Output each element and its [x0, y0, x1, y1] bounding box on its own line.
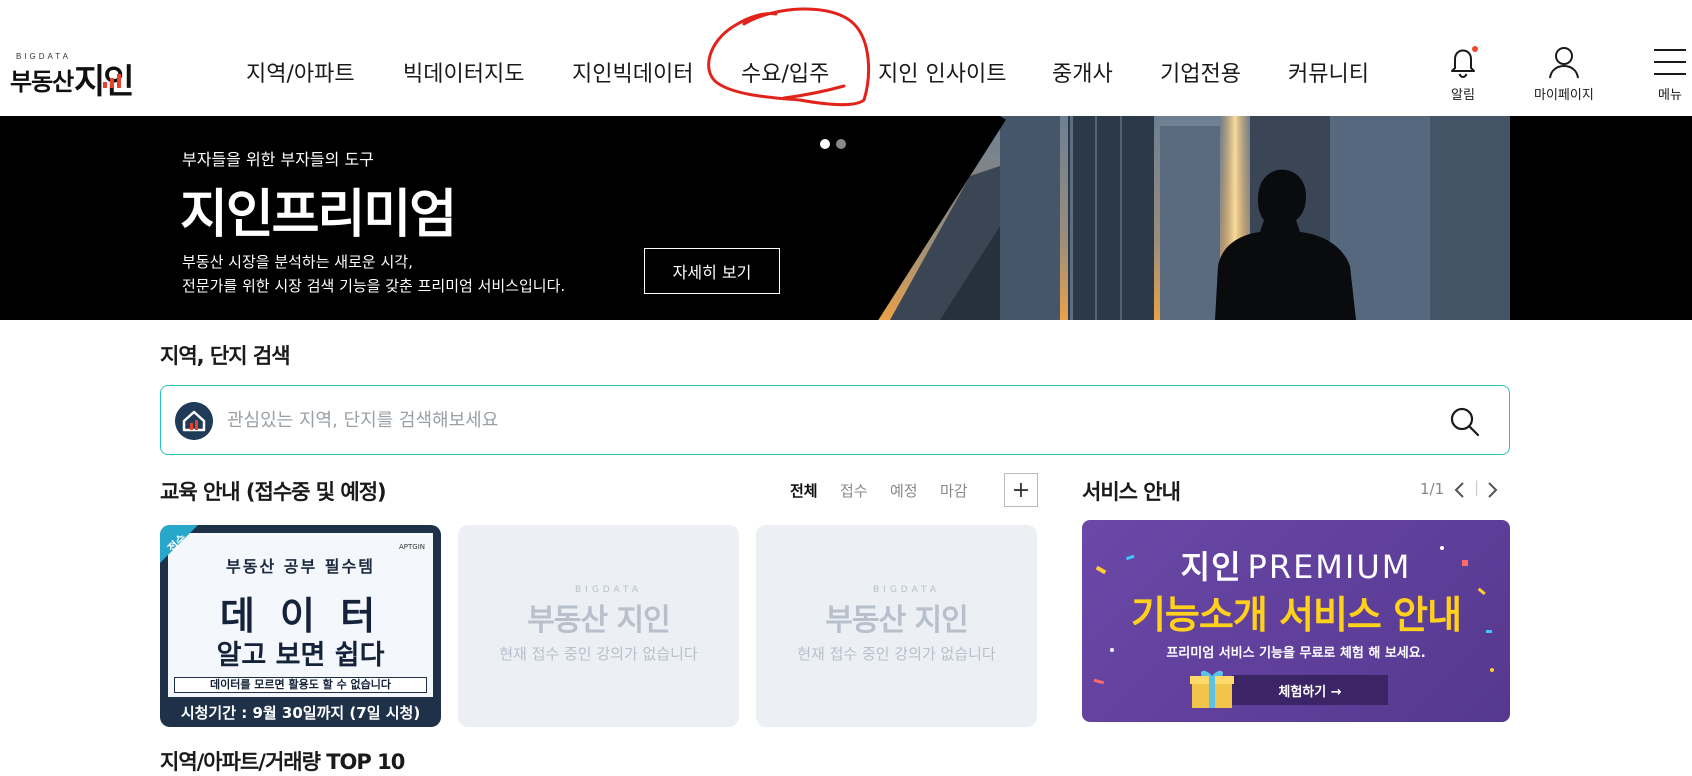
service-try-button[interactable]: 체험하기 →: [1232, 675, 1388, 705]
alarm-label: 알림: [1451, 88, 1475, 103]
banner-detail-button[interactable]: 자세히 보기: [644, 248, 780, 294]
education-section-title: 교육 안내 (접수중 및 예정): [160, 480, 387, 504]
education-more-button[interactable]: +: [1004, 473, 1038, 507]
empty-card-message: 현재 접수 중인 강의가 없습니다: [499, 645, 698, 663]
logo-main-text: 부동산: [10, 68, 74, 96]
mypage-button[interactable]: 마이페이지: [1534, 44, 1594, 103]
site-logo[interactable]: BIGDATA 부동산 지인: [10, 52, 145, 102]
filter-receiving[interactable]: 접수: [840, 480, 868, 501]
logo-bigdata-text: BIGDATA: [16, 52, 71, 61]
bell-icon: [1451, 46, 1478, 79]
empty-card-brand: 부동산 지인: [527, 603, 670, 638]
search-icon[interactable]: [1449, 406, 1481, 438]
banner-dot-1[interactable]: [820, 139, 830, 149]
service-brand-bold: 지인: [1180, 548, 1242, 586]
nav-item-demand-move-in[interactable]: 수요/입주: [741, 56, 829, 88]
service-premium-card[interactable]: 지인 PREMIUM 기능소개 서비스 안내 프리미엄 서비스 기능을 무료로 체…: [1082, 520, 1510, 722]
banner-pagination: [820, 134, 852, 153]
filter-all[interactable]: 전체: [790, 480, 818, 501]
nav-item-bigdata-map[interactable]: 빅데이터지도: [403, 56, 524, 88]
featured-period-text: 시청기간 : 9월 30일까지 (7일 시청): [180, 704, 421, 722]
menu-label: 메뉴: [1658, 88, 1682, 103]
featured-strip-text: 데이터를 모르면 활용도 할 수 없습니다: [174, 677, 427, 693]
ranking-section-title: 지역/아파트/거래량 TOP 10: [160, 750, 405, 774]
search-section-title: 지역, 단지 검색: [160, 344, 291, 368]
banner-desc-line2: 전문가를 위한 시장 검색 기능을 갖춘 프리미엄 서비스입니다.: [182, 277, 566, 295]
education-card-empty-2: BIGDATA 부동산 지인 현재 접수 중인 강의가 없습니다: [756, 525, 1037, 727]
featured-sub-text: 알고 보면 쉽다: [216, 640, 385, 671]
search-box: [160, 385, 1510, 455]
empty-card-bigdata: BIGDATA: [873, 585, 940, 595]
nav-item-community[interactable]: 커뮤니티: [1288, 56, 1369, 88]
banner-desc-line1: 부동산 시장을 분석하는 새로운 시각,: [182, 253, 413, 271]
mypage-label: 마이페이지: [1534, 88, 1594, 103]
hamburger-icon: [1654, 49, 1686, 75]
service-card-brand: 지인 PREMIUM: [1082, 542, 1510, 588]
empty-card-message: 현재 접수 중인 강의가 없습니다: [797, 645, 996, 663]
empty-card-bigdata: BIGDATA: [575, 585, 642, 595]
pager-divider: |: [1474, 478, 1480, 496]
nav-item-region-apt[interactable]: 지역/아파트: [246, 56, 355, 88]
service-pager: 1/1: [1420, 480, 1445, 498]
gift-box-icon: [1190, 670, 1234, 708]
banner-title: 지인프리미엄: [180, 185, 457, 245]
banner-dot-2[interactable]: [836, 139, 846, 149]
banner-description: 부동산 시장을 분석하는 새로운 시각, 전문가를 위한 시장 검색 기능을 갖…: [182, 250, 602, 298]
service-card-description: 프리미엄 서비스 기능을 무료로 체험 해 보세요.: [1166, 646, 1426, 661]
education-card-empty-1: BIGDATA 부동산 지인 현재 접수 중인 강의가 없습니다: [458, 525, 739, 727]
service-section-title: 서비스 안내: [1082, 480, 1181, 504]
empty-card-logo: BIGDATA 부동산 지인: [458, 585, 739, 639]
empty-card-logo: BIGDATA 부동산 지인: [756, 585, 1037, 639]
featured-tag: APTGIN: [398, 543, 425, 551]
chevron-left-icon[interactable]: [1450, 478, 1470, 502]
hero-banner: 부자들을 위한 부자들의 도구 지인프리미엄 부동산 시장을 분석하는 새로운 …: [0, 116, 1692, 320]
receiving-badge-icon: 접수: [160, 525, 198, 563]
alarm-button[interactable]: 알림: [1446, 44, 1480, 103]
banner-city-image: [850, 116, 1510, 320]
filter-closed[interactable]: 마감: [940, 480, 968, 501]
menu-button[interactable]: 메뉴: [1652, 44, 1688, 103]
user-icon: [1548, 47, 1579, 79]
service-brand-light: PREMIUM: [1247, 548, 1412, 586]
banner-subtitle: 부자들을 위한 부자들의 도구: [182, 150, 374, 169]
nav-item-enterprise[interactable]: 기업전용: [1160, 56, 1241, 88]
education-card-featured[interactable]: 부동산 공부 필수템 APTGIN 데 이 터 알고 보면 쉽다 데이터를 모르…: [160, 525, 441, 727]
nav-item-jiin-insight[interactable]: 지인 인사이트: [878, 56, 1006, 88]
featured-main-text: 데 이 터: [219, 594, 382, 638]
empty-card-brand: 부동산 지인: [825, 603, 968, 638]
nav-item-jiin-bigdata[interactable]: 지인빅데이터: [572, 56, 693, 88]
banner-right-blank: [1510, 116, 1692, 320]
service-card-headline: 기능소개 서비스 안내: [1130, 593, 1462, 637]
logo-bars-icon: [103, 74, 133, 88]
nav-item-agent[interactable]: 중개사: [1052, 56, 1113, 88]
header: BIGDATA 부동산 지인 지역/아파트 빅데이터지도 지인빅데이터 수요/입…: [0, 0, 1692, 116]
filter-scheduled[interactable]: 예정: [890, 480, 918, 501]
search-input[interactable]: [227, 402, 1407, 438]
jiin-logo-icon: [175, 402, 213, 440]
chevron-right-icon[interactable]: [1482, 478, 1502, 502]
